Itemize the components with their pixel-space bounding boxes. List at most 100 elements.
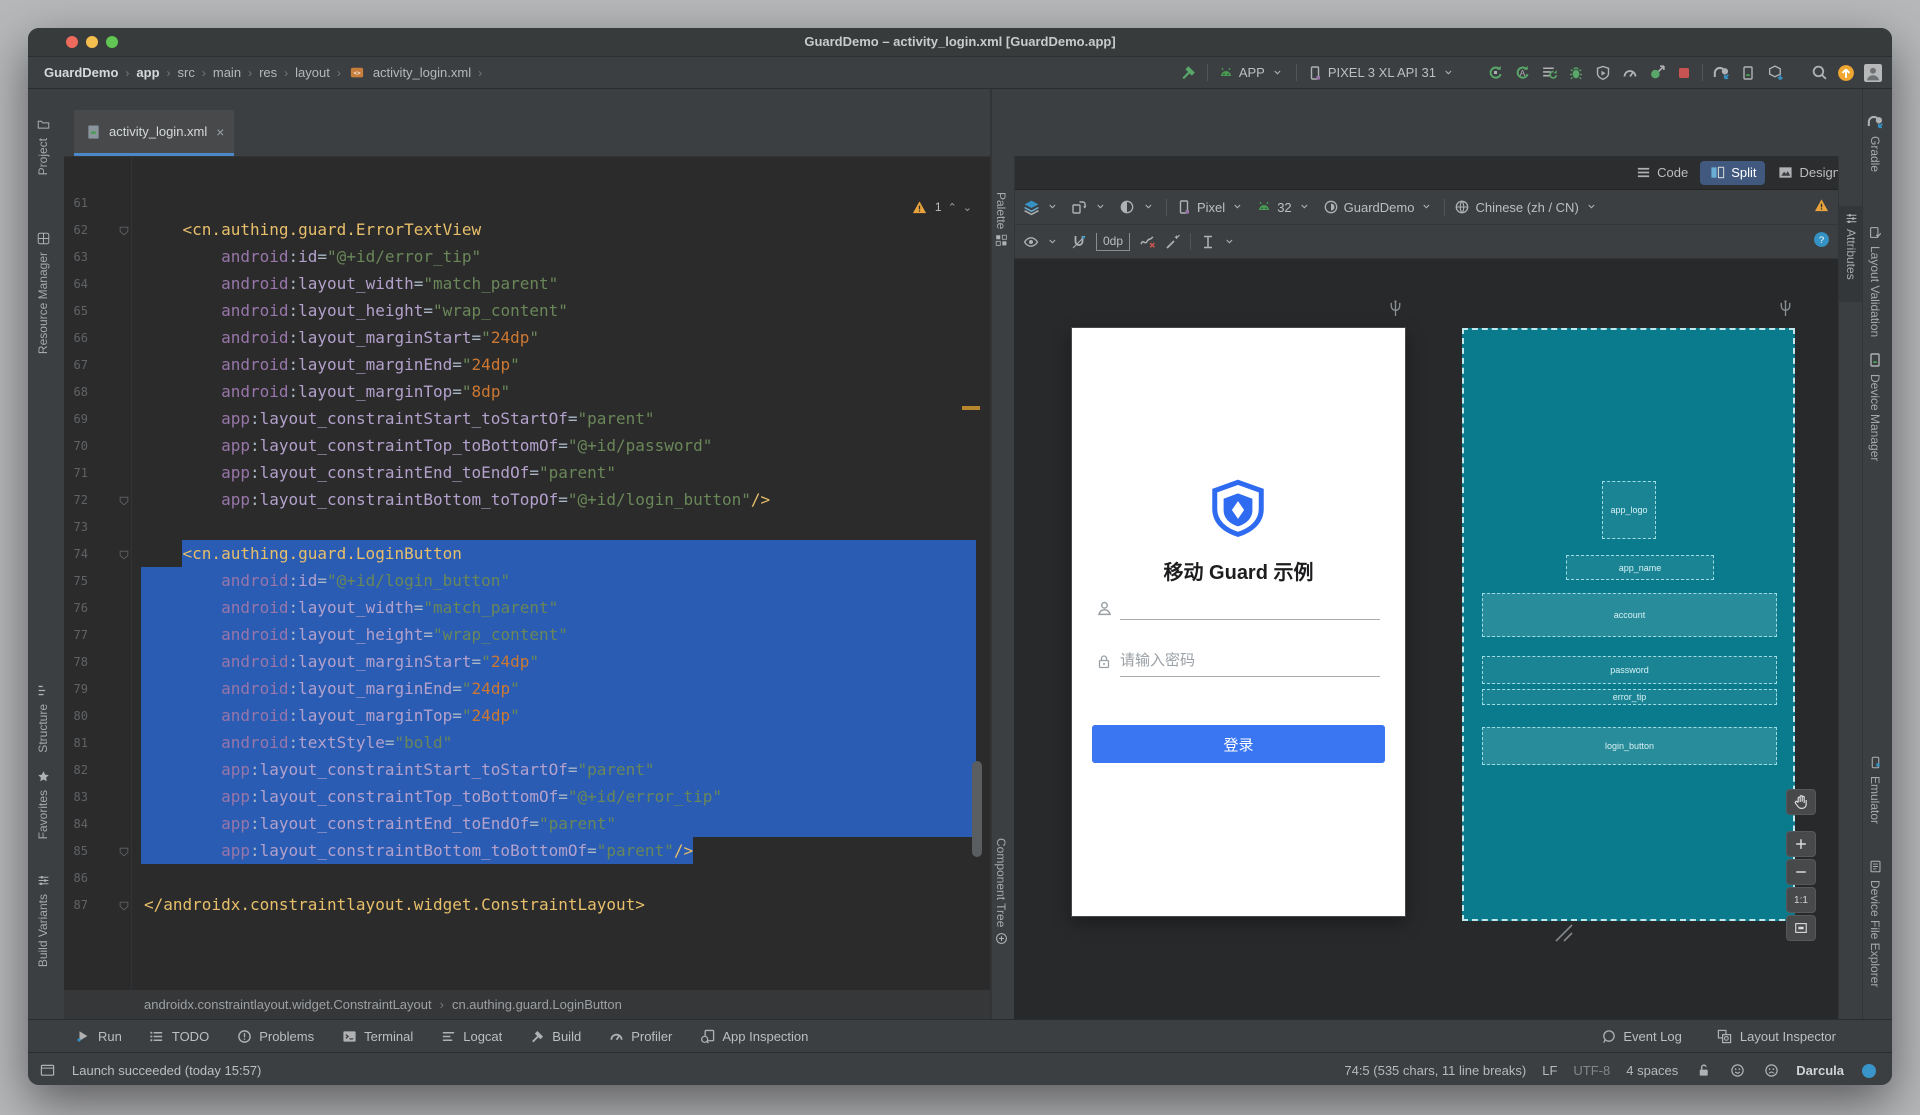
toolwindow-problems[interactable]: Problems [235,1027,314,1045]
blueprint-account[interactable]: account [1482,593,1777,637]
login-button-preview[interactable]: 登录 [1092,725,1385,763]
inspection-widget[interactable]: 1 ⌃ ⌄ [911,198,972,216]
toolwindow-logcat[interactable]: Logcat [439,1027,502,1045]
design-warning[interactable] [1812,196,1830,218]
blueprint-error_tip[interactable]: error_tip [1482,689,1777,705]
breadcrumb-item-res[interactable]: res [259,65,277,80]
gradle-sync-icon[interactable] [1712,64,1730,82]
avatar[interactable] [1864,63,1882,82]
device-select[interactable]: PIXEL 3 XL API 31 [1306,64,1458,82]
design-surface-mode-button[interactable] [1022,198,1062,216]
blueprint-preview-phone[interactable]: app_logo app_nameaccount password error_tip… [1462,328,1795,921]
warning-stripe-mark[interactable] [962,406,980,410]
sidebar-item-gradle[interactable]: Gradle [1866,113,1884,172]
fold-marker-icon[interactable] [118,845,130,857]
mode-design-button[interactable]: Design [1769,161,1848,185]
locale-select[interactable]: Chinese (zh / CN) [1453,198,1600,216]
toolwindow-event-log[interactable]: Event Log [1599,1027,1682,1045]
zoom-ratio-button[interactable]: 1:1 [1786,887,1816,913]
design-preview-phone[interactable]: 移动 Guard 示例 请输入密码 登录 [1072,328,1405,916]
api-version-select[interactable]: 32 [1255,198,1313,216]
theme-indicator-icon[interactable] [1860,1062,1878,1080]
toolwindow-layout-inspector[interactable]: Layout Inspector [1716,1027,1836,1045]
device-manager-icon[interactable] [1739,64,1757,82]
editor-scrollbar-thumb[interactable] [972,761,982,857]
resize-handle-icon[interactable] [1552,921,1576,950]
sidebar-item-device-manager[interactable]: Device Manager [1866,351,1884,461]
sync-icon[interactable] [1540,64,1558,82]
feedback-happy-icon[interactable] [1728,1062,1746,1080]
account-input-underline[interactable] [1120,619,1380,620]
attach-debugger-icon[interactable] [1594,64,1612,82]
toolwindow-profiler[interactable]: Profiler [607,1027,672,1045]
breadcrumb-item-layout[interactable]: layout [295,65,330,80]
blueprint-password[interactable]: password [1482,656,1777,684]
mode-split-button[interactable]: Split [1700,160,1765,185]
fold-marker-icon[interactable] [118,548,130,560]
default-margin-select[interactable]: 0dp [1096,232,1131,251]
toolwindow-run[interactable]: Run [74,1027,122,1045]
sidebar-item-structure[interactable]: Structure [34,681,52,753]
apply-code-changes-icon[interactable]: A [1513,64,1531,82]
run-configuration-select[interactable]: APP [1217,64,1287,82]
toolwindow-build[interactable]: Build [528,1027,581,1045]
zoom-window-button[interactable] [106,36,118,48]
autoconnect-icon[interactable] [1070,233,1088,251]
search-icon[interactable] [1810,64,1828,82]
editor-breadcrumb[interactable]: androidx.constraintlayout.widget.Constra… [64,989,990,1019]
close-window-button[interactable] [66,36,78,48]
lock-icon[interactable] [1694,1062,1712,1080]
sidebar-item-favorites[interactable]: Favorites [34,767,52,839]
breadcrumb-item-activity_login.xml[interactable]: activity_login.xml [373,65,471,80]
next-problem-icon[interactable]: ⌄ [963,201,972,214]
view-options-button[interactable] [1022,233,1062,251]
profile-app-icon[interactable] [1648,64,1666,82]
blueprint-app_logo[interactable]: app_logo [1602,481,1656,539]
zoom-in-button[interactable] [1786,831,1816,857]
blueprint-login_button[interactable]: login_button [1482,727,1777,765]
blueprint-app_name[interactable]: app_name [1566,555,1714,580]
design-help[interactable]: ? [1812,230,1830,253]
build-hammer-icon[interactable] [1180,64,1198,82]
caret-position[interactable]: 74:5 (535 chars, 11 line breaks) [1344,1063,1526,1078]
prev-problem-icon[interactable]: ⌃ [948,201,957,214]
breadcrumb-item-src[interactable]: src [178,65,195,80]
password-input-underline[interactable] [1120,676,1380,677]
upgrade-assistant-icon[interactable] [1837,64,1855,82]
toolwindow-app-inspection[interactable]: App Inspection [698,1027,808,1045]
sidebar-item-emulator[interactable]: Emulator [1866,753,1884,824]
sidebar-item-build-variants[interactable]: Build Variants [34,871,52,967]
preview-device-select[interactable]: Pixel [1175,198,1247,216]
profiler-icon[interactable] [1621,64,1639,82]
line-ending[interactable]: LF [1542,1063,1557,1078]
toolwindow-toggle-icon[interactable] [38,1062,56,1080]
sdk-manager-icon[interactable] [1766,64,1784,82]
design-surface[interactable]: 移动 Guard 示例 请输入密码 登录 app_logo app_nameacc… [1014,259,1838,1019]
sidebar-item-project[interactable]: Project [34,115,52,175]
zoom-out-button[interactable] [1786,859,1816,885]
minimize-window-button[interactable] [86,36,98,48]
tab-component-tree[interactable]: Component Tree [994,838,1008,945]
feedback-sad-icon[interactable] [1762,1062,1780,1080]
clear-constraints-icon[interactable] [1138,233,1156,251]
tab-palette[interactable]: Palette [994,192,1008,247]
theme-name[interactable]: Darcula [1796,1063,1844,1078]
infer-constraints-icon[interactable] [1164,233,1182,251]
stop-icon[interactable] [1675,64,1693,82]
code-editor[interactable]: 1 ⌃ ⌄ 61 62 <cn.authing.guard.ErrorTextVi… [64,156,990,989]
mode-code-button[interactable]: Code [1626,161,1696,185]
sidebar-item-device-file-explorer[interactable]: Device File Explorer [1866,857,1884,987]
pan-button[interactable] [1786,789,1816,815]
night-mode-button[interactable] [1118,198,1158,216]
zoom-fit-button[interactable] [1786,915,1816,941]
theme-select[interactable]: GuardDemo [1322,198,1437,216]
editor-tab[interactable]: activity_login.xml × [74,110,235,156]
editor-breadcrumb-item[interactable]: cn.authing.guard.LoginButton [452,997,622,1012]
indent-setting[interactable]: 4 spaces [1626,1063,1678,1078]
editor-breadcrumb-item[interactable]: androidx.constraintlayout.widget.Constra… [144,997,432,1012]
fold-marker-icon[interactable] [118,494,130,506]
breadcrumb-item-app[interactable]: app [136,65,159,80]
toolwindow-todo[interactable]: TODO [148,1027,209,1045]
toolwindow-terminal[interactable]: Terminal [340,1027,413,1045]
orientation-button[interactable] [1070,198,1110,216]
